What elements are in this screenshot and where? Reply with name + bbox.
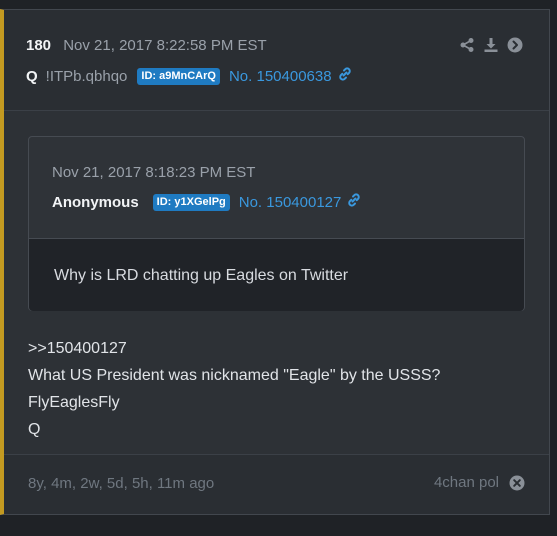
post-author: Q <box>26 67 38 85</box>
post-actions <box>459 37 523 53</box>
post-number-link[interactable]: No. 150400638 <box>229 68 332 85</box>
post-card: 180 Nov 21, 2017 8:22:58 PM EST Q !ITPb.… <box>0 9 550 515</box>
page: 180 Nov 21, 2017 8:22:58 PM EST Q !ITPb.… <box>0 0 557 536</box>
quoted-post-author: Anonymous <box>52 193 139 211</box>
post-id-badge: ID: a9MnCArQ <box>137 67 220 85</box>
quoted-post-body: Why is LRD chatting up Eagles on Twitter <box>29 239 524 311</box>
link-icon[interactable] <box>346 192 362 212</box>
post-meta-row: 180 Nov 21, 2017 8:22:58 PM EST <box>26 37 267 54</box>
arrow-circle-right-icon[interactable] <box>507 37 523 53</box>
post-source: 4chan pol <box>434 474 525 491</box>
share-icon[interactable] <box>459 37 475 53</box>
quoted-post: Nov 21, 2017 8:18:23 PM EST Anonymous ID… <box>28 136 525 311</box>
quoted-post-text: Why is LRD chatting up Eagles on Twitter <box>54 267 349 284</box>
close-icon[interactable] <box>509 475 525 491</box>
link-icon[interactable] <box>337 66 353 86</box>
post-body: >>150400127 What US President was nickna… <box>28 335 440 443</box>
post-footer: 8y, 4m, 2w, 5d, 5h, 11m ago 4chan pol <box>4 454 549 514</box>
post-datetime: Nov 21, 2017 8:22:58 PM EST <box>63 37 267 54</box>
download-icon[interactable] <box>483 37 499 53</box>
post-source-label: 4chan pol <box>433 474 499 491</box>
quoted-post-author-row: Anonymous ID: y1XGelPg No. 150400127 <box>52 192 362 212</box>
post-tripcode: !ITPb.qbhqo <box>45 67 128 85</box>
quoted-post-id-badge: ID: y1XGelPg <box>152 193 230 211</box>
post-relative-time: 8y, 4m, 2w, 5d, 5h, 11m ago <box>28 475 215 492</box>
post-body-line: Q <box>28 421 41 438</box>
quoted-post-header: Nov 21, 2017 8:18:23 PM EST Anonymous ID… <box>29 137 524 239</box>
post-number: 180 <box>26 37 52 54</box>
quoted-post-number-link[interactable]: No. 150400127 <box>239 194 342 211</box>
post-body-line: FlyEaglesFly <box>28 394 120 411</box>
post-header: 180 Nov 21, 2017 8:22:58 PM EST Q !ITPb.… <box>4 10 549 111</box>
post-author-row: Q !ITPb.qbhqo ID: a9MnCArQ No. 150400638 <box>26 66 353 86</box>
post-body-line: What US President was nicknamed "Eagle" … <box>28 367 441 384</box>
post-reply-link[interactable]: >>150400127 <box>28 335 440 362</box>
quoted-post-datetime: Nov 21, 2017 8:18:23 PM EST <box>52 164 256 181</box>
